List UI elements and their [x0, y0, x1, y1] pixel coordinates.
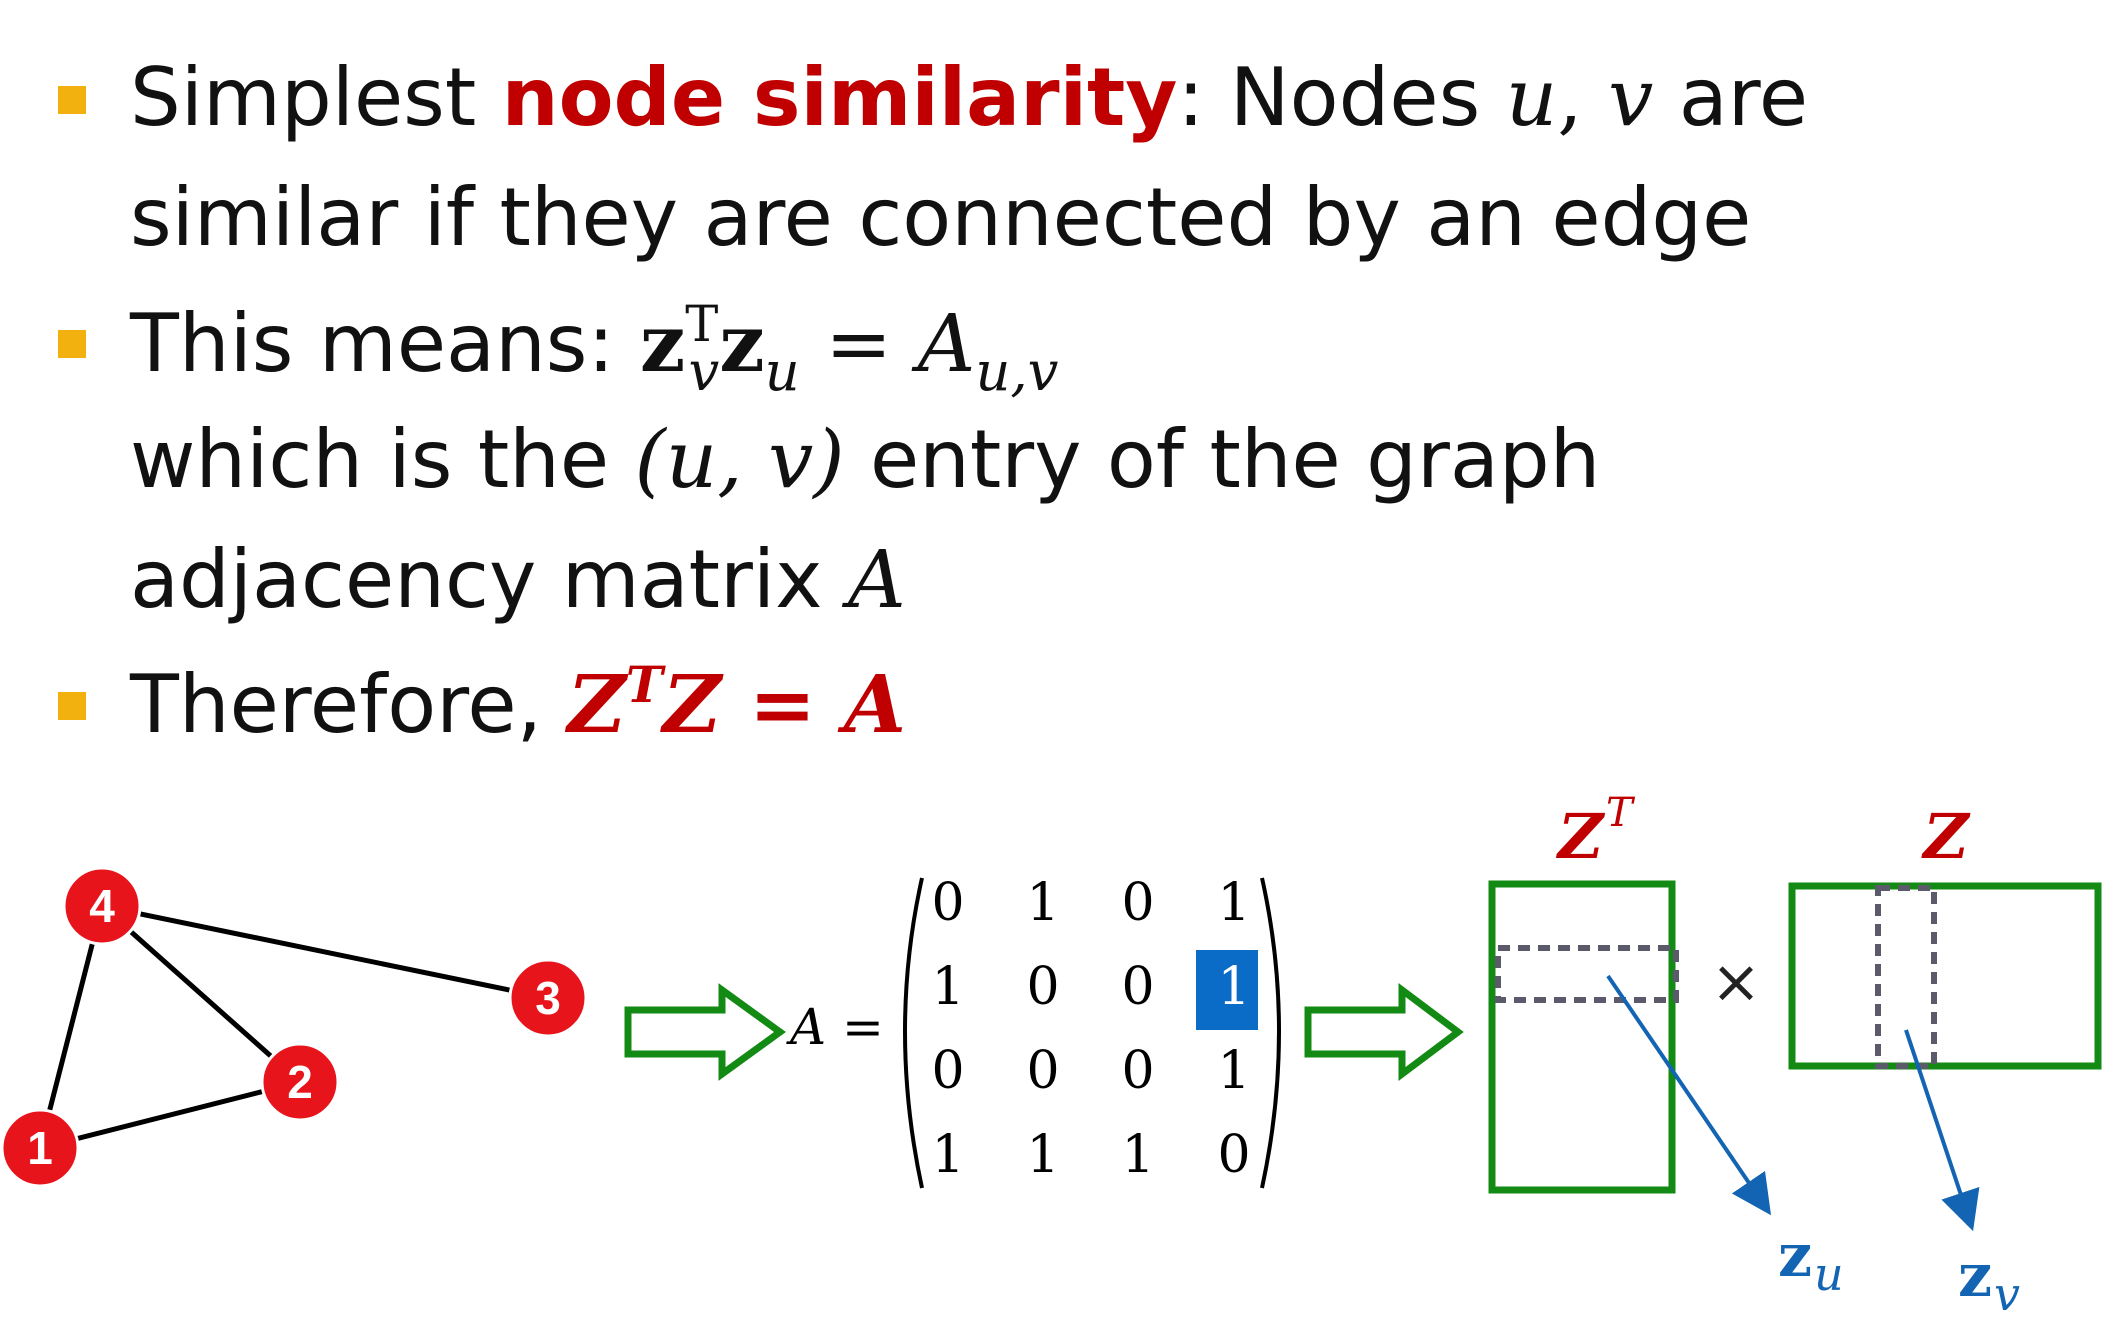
- times-sign: ×: [1711, 947, 1761, 1017]
- node-4: 4: [62, 866, 142, 946]
- matrix-left-paren: [903, 877, 924, 1189]
- cell-3-3: 0: [1217, 1125, 1250, 1185]
- zu-sub: u: [1814, 1247, 1844, 1301]
- node-1-label: 1: [27, 1122, 53, 1174]
- cell-2-0: 0: [931, 1041, 964, 1101]
- node-1: 1: [0, 1108, 80, 1188]
- zv-sub: v: [1994, 1267, 2020, 1321]
- zt-label: Z: [1555, 800, 1606, 873]
- z-matrix-box: [1788, 882, 2102, 1070]
- zu-label: z: [1778, 1221, 1812, 1291]
- zt-matrix-box: [1488, 880, 1676, 1194]
- cell-2-2: 0: [1121, 1041, 1154, 1101]
- zv-label: z: [1958, 1241, 1992, 1311]
- arrow-matrix-to-product: [1304, 983, 1464, 1081]
- cell-3-1: 1: [1026, 1125, 1059, 1185]
- cell-3-0: 1: [931, 1125, 964, 1185]
- diagram: 4 3 2 1 A = 0 1 0 1 1 0 0 1 0 0 0 1 1 1: [0, 790, 2102, 1321]
- cell-0-3: 1: [1217, 873, 1250, 933]
- cell-1-0: 1: [931, 957, 964, 1017]
- cell-1-2: 0: [1121, 957, 1154, 1017]
- zt-row-highlight: [1495, 945, 1679, 1003]
- node-3-label: 3: [535, 972, 561, 1024]
- cell-3-2: 1: [1121, 1125, 1154, 1185]
- node-3: 3: [508, 958, 588, 1038]
- cell-0-2: 0: [1121, 873, 1154, 933]
- z-label: Z: [1920, 800, 1971, 873]
- matrix-right-paren: [1260, 877, 1281, 1189]
- arrow-graph-to-matrix: [624, 983, 786, 1081]
- cell-0-0: 0: [931, 873, 964, 933]
- graph-nodes: 4 3 2 1: [0, 866, 588, 1188]
- cell-0-1: 1: [1026, 873, 1059, 933]
- z-col-highlight: [1875, 885, 1937, 1069]
- cell-1-1: 0: [1026, 957, 1059, 1017]
- cell-1-3: 1: [1217, 957, 1250, 1017]
- node-2: 2: [260, 1042, 340, 1122]
- zt-sup: T: [1606, 790, 1636, 836]
- edge-1-2: [39, 1079, 301, 1151]
- cell-2-3: 1: [1217, 1041, 1250, 1101]
- edge-4-3: [101, 903, 549, 1001]
- edge-4-2: [100, 904, 302, 1084]
- cell-2-1: 0: [1026, 1041, 1059, 1101]
- matrix-label: A =: [786, 998, 884, 1056]
- node-2-label: 2: [287, 1056, 313, 1108]
- node-4-label: 4: [89, 880, 115, 932]
